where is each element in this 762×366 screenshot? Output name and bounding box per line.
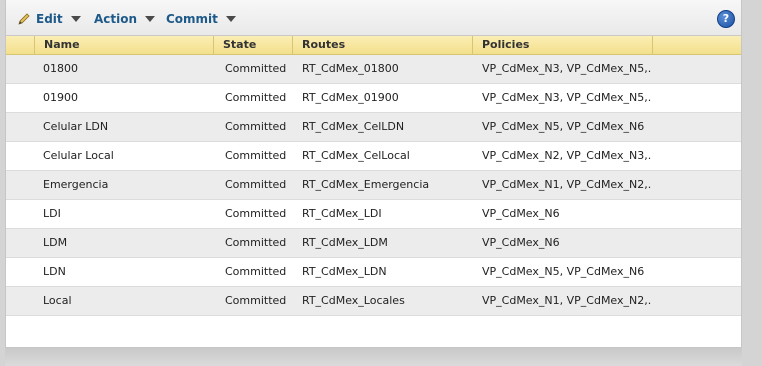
cell-state: Committed [225,62,287,75]
table-row[interactable]: Celular Local Committed RT_CdMex_CelLoca… [6,142,741,171]
cell-policies: VP_CdMex_N3, VP_CdMex_N5,... [482,91,652,104]
table-row[interactable]: 01800 Committed RT_CdMex_01800 VP_CdMex_… [6,55,741,84]
cell-routes: RT_CdMex_LDM [302,236,388,249]
grid-header: Name State Routes Policies [6,36,741,55]
table-row[interactable]: LDI Committed RT_CdMex_LDI VP_CdMex_N6 [6,200,741,229]
column-header-policies[interactable]: Policies [472,36,652,54]
cell-routes: RT_CdMex_Emergencia [302,178,430,191]
cell-name: Celular LDN [43,120,109,133]
cell-name: Local [43,294,72,307]
cell-state: Committed [225,149,287,162]
pencil-icon [18,13,30,25]
cell-policies: VP_CdMex_N5, VP_CdMex_N6 [482,120,645,133]
cell-name: 01800 [43,62,78,75]
edit-menu-button[interactable]: Edit [16,10,81,28]
cell-policies: VP_CdMex_N3, VP_CdMex_N5,... [482,62,652,75]
cell-name: LDN [43,265,66,278]
cell-routes: RT_CdMex_LDI [302,207,382,220]
header-select-column[interactable] [6,36,34,54]
cell-policies: VP_CdMex_N6 [482,207,560,220]
table-body: 01800 Committed RT_CdMex_01800 VP_CdMex_… [6,55,741,316]
table-row[interactable]: LDM Committed RT_CdMex_LDM VP_CdMex_N6 [6,229,741,258]
cell-policies: VP_CdMex_N5, VP_CdMex_N6 [482,265,645,278]
panel-bottom-edge [5,348,742,366]
cell-name: LDM [43,236,68,249]
cell-name: 01900 [43,91,78,104]
table-row[interactable]: Emergencia Committed RT_CdMex_Emergencia… [6,171,741,200]
cell-state: Committed [225,207,287,220]
cell-name: LDI [43,207,61,220]
action-label: Action [94,12,138,26]
toolbar: Edit Action Commit ? [6,0,741,36]
chevron-down-icon [225,16,236,22]
chevron-down-icon [145,16,156,22]
cell-state: Committed [225,294,287,307]
help-icon[interactable]: ? [717,10,735,28]
cell-state: Committed [225,120,287,133]
action-menu-button[interactable]: Action [94,10,156,28]
table-row[interactable]: Celular LDN Committed RT_CdMex_CelLDN VP… [6,113,741,142]
cell-state: Committed [225,91,287,104]
cell-name: Celular Local [43,149,114,162]
cell-policies: VP_CdMex_N2, VP_CdMex_N3,... [482,149,652,162]
chevron-down-icon [70,16,81,22]
cell-routes: RT_CdMex_LDN [302,265,387,278]
cell-routes: RT_CdMex_Locales [302,294,405,307]
table-row[interactable]: LDN Committed RT_CdMex_LDN VP_CdMex_N5, … [6,258,741,287]
cell-policies: VP_CdMex_N6 [482,236,560,249]
table-row[interactable]: Local Committed RT_CdMex_Locales VP_CdMe… [6,287,741,316]
table-row[interactable]: 01900 Committed RT_CdMex_01900 VP_CdMex_… [6,84,741,113]
column-header-filler [652,36,743,54]
edit-label: Edit [36,12,63,26]
cell-routes: RT_CdMex_01900 [302,91,399,104]
cell-routes: RT_CdMex_CelLDN [302,120,405,133]
routing-table-panel: Edit Action Commit ? Name State Routes P… [5,0,742,348]
column-header-routes[interactable]: Routes [292,36,472,54]
cell-policies: VP_CdMex_N1, VP_CdMex_N2,... [482,294,652,307]
column-header-state[interactable]: State [213,36,292,54]
commit-label: Commit [166,12,218,26]
cell-policies: VP_CdMex_N1, VP_CdMex_N2,... [482,178,652,191]
cell-state: Committed [225,236,287,249]
cell-routes: RT_CdMex_CelLocal [302,149,410,162]
cell-name: Emergencia [43,178,109,191]
cell-routes: RT_CdMex_01800 [302,62,399,75]
column-header-name[interactable]: Name [34,36,213,54]
cell-state: Committed [225,265,287,278]
cell-state: Committed [225,178,287,191]
commit-menu-button[interactable]: Commit [166,10,236,28]
